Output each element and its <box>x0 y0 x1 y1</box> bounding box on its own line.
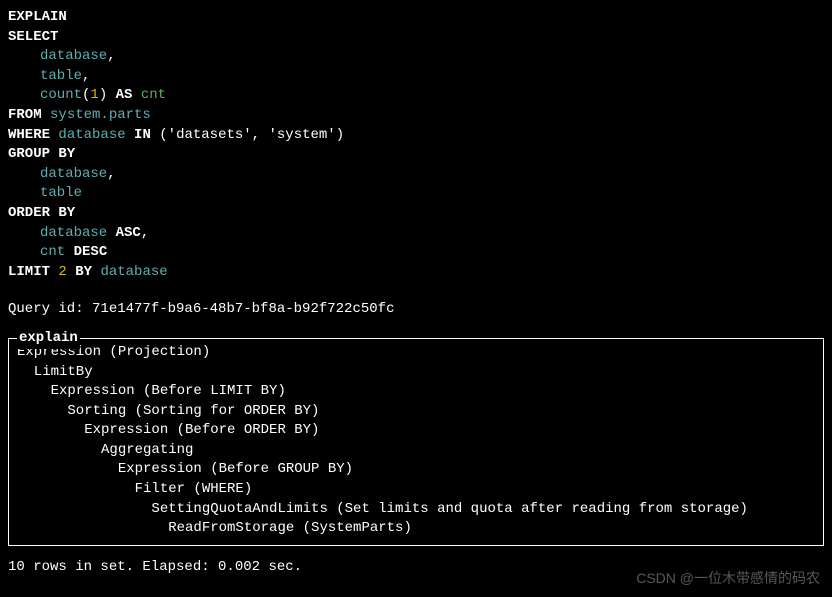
explain-plan-box: explain Expression (Projection) LimitBy … <box>8 338 824 546</box>
keyword-where: WHERE <box>8 127 50 143</box>
keyword-in: IN <box>134 127 151 143</box>
explain-line: Aggregating <box>17 441 815 461</box>
identifier: database <box>58 127 125 143</box>
identifier: database <box>40 48 107 64</box>
sql-line: ORDER BY <box>8 204 824 224</box>
number: 1 <box>90 87 98 103</box>
watermark-text: CSDN @一位木带感情的码农 <box>636 569 820 589</box>
keyword-limit: LIMIT <box>8 264 50 280</box>
explain-line: Expression (Before LIMIT BY) <box>17 382 815 402</box>
explain-line: Expression (Before ORDER BY) <box>17 421 815 441</box>
query-id-line: Query id: 71e1477f-b9a6-48b7-bf8a-b92f72… <box>8 300 824 320</box>
keyword-desc: DESC <box>74 244 108 260</box>
explain-line: ReadFromStorage (SystemParts) <box>17 519 815 539</box>
explain-line: Expression (Before GROUP BY) <box>17 460 815 480</box>
identifier: database <box>40 166 107 182</box>
explain-box-label: explain <box>17 329 80 349</box>
sql-line: GROUP BY <box>8 145 824 165</box>
sql-line: FROM system.parts <box>8 106 824 126</box>
identifier: cnt <box>40 244 65 260</box>
keyword-order-by: ORDER BY <box>8 205 75 221</box>
explain-line: Sorting (Sorting for ORDER BY) <box>17 402 815 422</box>
explain-line: Filter (WHERE) <box>17 480 815 500</box>
query-id-value: 71e1477f-b9a6-48b7-bf8a-b92f722c50fc <box>92 301 394 317</box>
keyword-explain: EXPLAIN <box>8 9 67 25</box>
terminal-output: EXPLAIN SELECT database, table, count(1)… <box>8 8 824 577</box>
sql-line: cnt DESC <box>8 243 824 263</box>
sql-line: EXPLAIN <box>8 8 824 28</box>
sql-line: table, <box>8 67 824 87</box>
string-values: ('datasets', 'system') <box>159 127 344 143</box>
explain-line: SettingQuotaAndLimits (Set limits and qu… <box>17 500 815 520</box>
keyword-asc: ASC <box>116 225 141 241</box>
number: 2 <box>58 264 66 280</box>
identifier: database <box>100 264 167 280</box>
keyword-from: FROM <box>8 107 42 123</box>
explain-line: LimitBy <box>17 363 815 383</box>
query-id-label: Query id: <box>8 301 92 317</box>
function-count: count <box>40 87 82 103</box>
keyword-as: AS <box>116 87 133 103</box>
sql-line: database ASC, <box>8 224 824 244</box>
sql-line: LIMIT 2 BY database <box>8 263 824 283</box>
identifier: table <box>40 185 82 201</box>
keyword-by: BY <box>75 264 92 280</box>
identifier: system.parts <box>50 107 151 123</box>
keyword-group-by: GROUP BY <box>8 146 75 162</box>
sql-line: SELECT <box>8 28 824 48</box>
sql-line: table <box>8 184 824 204</box>
sql-line: database, <box>8 165 824 185</box>
alias-cnt: cnt <box>141 87 166 103</box>
explain-line: Expression (Projection) <box>17 343 815 363</box>
sql-line: database, <box>8 47 824 67</box>
identifier: table <box>40 68 82 84</box>
sql-line: WHERE database IN ('datasets', 'system') <box>8 126 824 146</box>
identifier: database <box>40 225 107 241</box>
sql-line: count(1) AS cnt <box>8 86 824 106</box>
keyword-select: SELECT <box>8 29 58 45</box>
explain-plan-content: Expression (Projection) LimitBy Expressi… <box>17 343 815 539</box>
